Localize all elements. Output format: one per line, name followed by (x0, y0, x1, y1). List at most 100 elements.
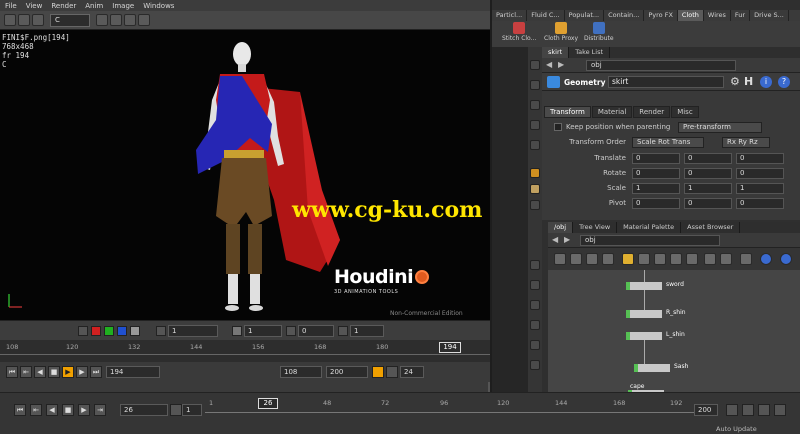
network-tool-icon[interactable] (586, 253, 598, 265)
shelf-tab[interactable]: Contain... (604, 10, 645, 21)
select-tool-icon[interactable] (530, 60, 540, 70)
timeline-current-frame[interactable]: 194 (439, 342, 461, 353)
render-viewport[interactable]: FINI$F.png[194] 768x468 fr 194 C Houdini… (0, 30, 490, 320)
tab-material[interactable]: Material (591, 106, 633, 118)
tab-take-list[interactable]: Take List (569, 47, 611, 58)
menu-windows[interactable]: Windows (143, 2, 174, 10)
menu-anim[interactable]: Anim (85, 2, 103, 10)
camera-icon[interactable] (530, 360, 540, 370)
step-size-icon[interactable] (170, 404, 182, 416)
network-tool-icon[interactable] (602, 253, 614, 265)
tab-skirt[interactable]: skirt (542, 47, 570, 58)
fps-field[interactable]: 24 (400, 366, 424, 378)
step-back-icon[interactable]: ◀ (46, 404, 58, 416)
gamma-field[interactable]: 0 (298, 325, 334, 337)
lut-icon[interactable] (338, 326, 348, 336)
key-icon[interactable] (726, 404, 738, 416)
stop-icon[interactable]: ■ (62, 404, 74, 416)
scale-y[interactable]: 1 (684, 183, 732, 194)
translate-y[interactable]: 0 (684, 153, 732, 164)
info-icon[interactable]: i (760, 76, 772, 88)
forward-icon[interactable]: ▶ (564, 235, 570, 244)
first-frame-icon[interactable]: ⏮ (14, 404, 26, 416)
param-path-field[interactable]: obj (586, 60, 736, 71)
help-h-icon[interactable]: H (744, 75, 753, 88)
pivot-x[interactable]: 0 (632, 198, 680, 209)
exposure-field[interactable]: 1 (168, 325, 218, 337)
key-icon[interactable] (742, 404, 754, 416)
ghost-icon[interactable] (530, 340, 540, 350)
layout-icon[interactable] (138, 14, 150, 26)
back-icon[interactable]: ◀ (552, 235, 558, 244)
shelf-tab[interactable]: Fur (731, 10, 751, 21)
rotation-order-dropdown[interactable]: Rx Ry Rz (722, 137, 770, 148)
network-tool-icon[interactable] (686, 253, 698, 265)
display-options-icon[interactable] (530, 280, 540, 290)
step-back-icon[interactable]: ◀ (34, 366, 46, 378)
zoom-icon[interactable] (110, 14, 122, 26)
shading-icon[interactable] (530, 320, 540, 330)
exposure-icon[interactable] (156, 326, 166, 336)
forward-icon[interactable]: ▶ (558, 60, 564, 69)
node-name-field[interactable]: skirt (608, 76, 724, 88)
blue-channel-icon[interactable] (117, 326, 127, 336)
network-path-field[interactable]: obj (580, 235, 720, 246)
network-info-icon[interactable] (760, 253, 772, 265)
prev-key-icon[interactable]: ⇤ (30, 404, 42, 416)
shelf-tab-cloth[interactable]: Cloth (677, 10, 704, 21)
tab-asset-browser[interactable]: Asset Browser (681, 222, 741, 233)
network-tool-icon[interactable] (638, 253, 650, 265)
rotate-y[interactable]: 0 (684, 168, 732, 179)
red-channel-icon[interactable] (91, 326, 101, 336)
rotate-x[interactable]: 0 (632, 168, 680, 179)
pivot-z[interactable]: 0 (736, 198, 784, 209)
contrast-icon[interactable] (232, 326, 242, 336)
network-tool-icon[interactable] (740, 253, 752, 265)
network-tool-icon[interactable] (704, 253, 716, 265)
alpha-channel-icon[interactable] (130, 326, 140, 336)
network-tool-icon[interactable] (570, 253, 582, 265)
tab-obj[interactable]: /obj (548, 222, 574, 233)
step-forward-icon[interactable]: ▶ (76, 366, 88, 378)
frame-field[interactable]: 194 (106, 366, 160, 378)
cloth-proxy-tool[interactable]: Cloth Proxy (544, 22, 578, 42)
shelf-tab[interactable]: Particl... (492, 10, 528, 21)
rotate-z[interactable]: 0 (736, 168, 784, 179)
display-mode-icon[interactable] (78, 326, 88, 336)
skeleton-tool-icon[interactable] (530, 184, 540, 194)
key-icon[interactable] (774, 404, 786, 416)
playbar-current-frame[interactable]: 26 (258, 398, 278, 409)
channel-select[interactable]: C (50, 14, 90, 27)
auto-update-label[interactable]: Auto Update (716, 425, 757, 433)
help-icon[interactable]: ? (778, 76, 790, 88)
transform-order-dropdown[interactable]: Scale Rot Trans (632, 137, 704, 148)
network-help-icon[interactable] (780, 253, 792, 265)
gamma-icon[interactable] (286, 326, 296, 336)
contrast-field[interactable]: 1 (244, 325, 282, 337)
move-tool-icon[interactable] (530, 80, 540, 90)
translate-x[interactable]: 0 (632, 153, 680, 164)
pivot-y[interactable]: 0 (684, 198, 732, 209)
stitch-cloth-tool[interactable]: Stitch Clo... (502, 22, 536, 42)
shelf-tab[interactable]: Pyro FX (644, 10, 678, 21)
pan-icon[interactable] (96, 14, 108, 26)
play-icon[interactable]: ▶ (78, 404, 90, 416)
node-l-shin[interactable] (626, 332, 662, 340)
prev-key-icon[interactable]: ⇤ (20, 366, 32, 378)
network-tool-icon[interactable] (554, 253, 566, 265)
loop-icon[interactable] (386, 366, 398, 378)
menu-file[interactable]: File (5, 2, 17, 10)
network-tool-icon[interactable] (670, 253, 682, 265)
keep-position-dropdown[interactable]: Pre-transform (678, 122, 762, 133)
back-icon[interactable]: ◀ (546, 60, 552, 69)
next-key-icon[interactable]: ⇥ (94, 404, 106, 416)
node-sword[interactable] (626, 282, 662, 290)
node-sash[interactable] (634, 364, 670, 372)
distribute-tool[interactable]: Distribute (584, 22, 614, 42)
last-frame-icon[interactable]: ⏭ (90, 366, 102, 378)
translate-z[interactable]: 0 (736, 153, 784, 164)
menu-view[interactable]: View (26, 2, 43, 10)
shelf-tab[interactable]: Drive S... (750, 10, 789, 21)
tab-render[interactable]: Render (633, 106, 671, 118)
grid-icon[interactable] (18, 14, 30, 26)
